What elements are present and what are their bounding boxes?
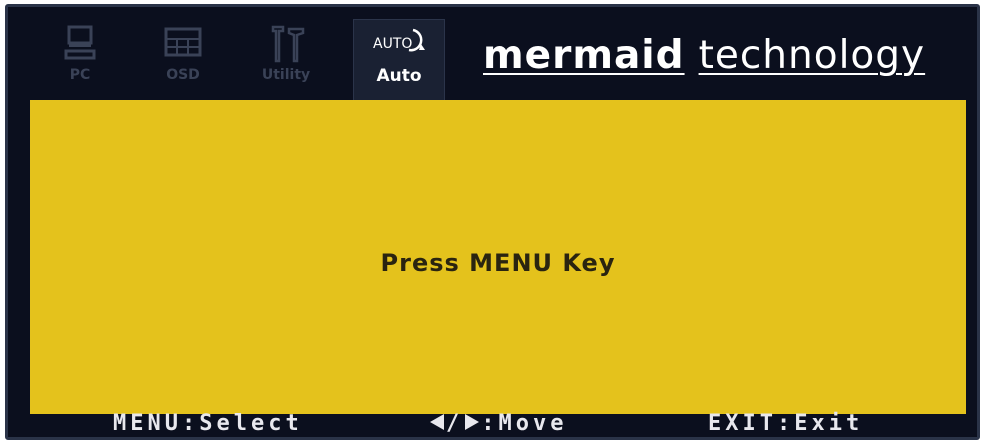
slash: / — [446, 411, 464, 436]
osd-menu: PC OSD Utility AUTO Auto mermaid technol… — [5, 4, 980, 440]
osd-grid-icon — [164, 27, 202, 57]
tab-label: PC — [69, 67, 91, 83]
arrow-left-icon — [430, 414, 444, 430]
brand-part1: mermaid — [483, 33, 685, 78]
auto-adjust-icon: AUTO — [373, 28, 425, 52]
osd-tab-bar: PC OSD Utility AUTO Auto mermaid technol… — [8, 7, 977, 101]
tab-label: OSD — [166, 67, 200, 83]
tab-osd[interactable]: OSD — [141, 21, 225, 101]
tab-utility[interactable]: Utility — [244, 21, 328, 101]
auto-icon-text: AUTO — [373, 36, 412, 52]
arrow-right-icon — [465, 414, 480, 430]
brand-logo: mermaid technology — [483, 33, 925, 78]
tab-pc[interactable]: PC — [38, 21, 122, 101]
footer-hints: MENU:Select / :Move EXIT:Exit — [8, 411, 977, 439]
hint-move: / :Move — [428, 411, 567, 436]
monitor-icon — [64, 25, 96, 60]
tab-auto[interactable]: AUTO Auto — [353, 19, 445, 101]
tab-label: Auto — [376, 66, 422, 86]
tab-label: Utility — [261, 67, 311, 83]
tools-icon — [271, 25, 305, 63]
panel-message: Press MENU Key — [380, 249, 616, 277]
brand-part2: technology — [698, 33, 926, 78]
content-panel: Press MENU Key — [30, 100, 966, 414]
hint-move-label: :Move — [481, 411, 568, 436]
hint-select: MENU:Select — [113, 411, 303, 436]
hint-exit: EXIT:Exit — [708, 411, 864, 436]
